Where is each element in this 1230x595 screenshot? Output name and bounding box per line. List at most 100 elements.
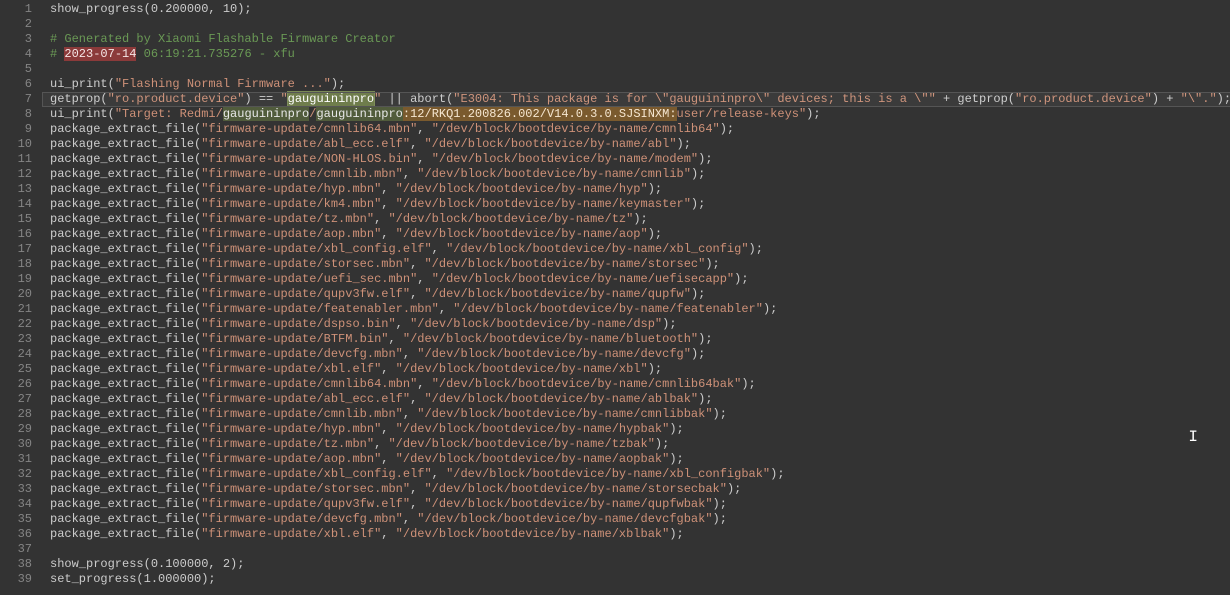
code-token: ); xyxy=(698,392,712,406)
code-token: "/dev/block/bootdevice/by-name/tzbak" xyxy=(388,437,654,451)
code-token: , xyxy=(374,437,388,451)
code-line[interactable] xyxy=(50,62,1230,77)
code-token: package_extract_file( xyxy=(50,347,201,361)
code-token: ); xyxy=(662,317,676,331)
code-token: , xyxy=(410,482,424,496)
code-line[interactable] xyxy=(50,542,1230,557)
code-line[interactable]: package_extract_file("firmware-update/xb… xyxy=(50,242,1230,257)
code-line[interactable]: # 2023-07-14 06:19:21.735276 - xfu xyxy=(50,47,1230,62)
code-line[interactable]: package_extract_file("firmware-update/hy… xyxy=(50,182,1230,197)
code-token: ); xyxy=(331,77,345,91)
code-line[interactable]: package_extract_file("firmware-update/hy… xyxy=(50,422,1230,437)
code-token: "firmware-update/xbl_config.elf" xyxy=(201,467,431,481)
code-line[interactable]: package_extract_file("firmware-update/cm… xyxy=(50,407,1230,422)
code-token: ); xyxy=(669,527,683,541)
code-token: ); xyxy=(770,467,784,481)
line-number: 2 xyxy=(0,17,32,32)
code-line[interactable]: package_extract_file("firmware-update/ds… xyxy=(50,317,1230,332)
code-line[interactable]: # Generated by Xiaomi Flashable Firmware… xyxy=(50,32,1230,47)
code-token: " xyxy=(280,92,287,106)
code-line[interactable]: package_extract_file("firmware-update/km… xyxy=(50,197,1230,212)
code-token: package_extract_file( xyxy=(50,362,201,376)
code-token: "/dev/block/bootdevice/by-name/uefisecap… xyxy=(432,272,734,286)
code-line[interactable]: package_extract_file("firmware-update/NO… xyxy=(50,152,1230,167)
line-number: 18 xyxy=(0,257,32,272)
code-line[interactable]: getprop("ro.product.device") == "gauguin… xyxy=(50,92,1230,107)
line-number: 27 xyxy=(0,392,32,407)
code-token: package_extract_file( xyxy=(50,242,201,256)
code-area[interactable]: show_progress(0.200000, 10); # Generated … xyxy=(42,0,1230,595)
code-line[interactable]: package_extract_file("firmware-update/ao… xyxy=(50,227,1230,242)
code-token: , xyxy=(410,392,424,406)
code-line[interactable]: package_extract_file("firmware-update/cm… xyxy=(50,377,1230,392)
code-token: package_extract_file( xyxy=(50,152,201,166)
line-number: 4 xyxy=(0,47,32,62)
code-token: :12/RKQ1.200826.002/V14.0.3.0.SJSINXM: xyxy=(403,107,677,121)
code-line[interactable]: package_extract_file("firmware-update/cm… xyxy=(50,122,1230,137)
code-line[interactable]: set_progress(1.000000); xyxy=(50,572,1230,587)
code-token: "firmware-update/abl_ecc.elf" xyxy=(201,137,410,151)
code-token: package_extract_file( xyxy=(50,512,201,526)
code-line[interactable]: package_extract_file("firmware-update/ue… xyxy=(50,272,1230,287)
code-line[interactable]: package_extract_file("firmware-update/xb… xyxy=(50,527,1230,542)
code-token: , xyxy=(403,512,417,526)
line-number: 35 xyxy=(0,512,32,527)
code-line[interactable]: package_extract_file("firmware-update/xb… xyxy=(50,467,1230,482)
code-line[interactable]: package_extract_file("firmware-update/xb… xyxy=(50,362,1230,377)
code-token: ); xyxy=(648,227,662,241)
code-token: package_extract_file( xyxy=(50,227,201,241)
code-line[interactable] xyxy=(50,17,1230,32)
code-line[interactable]: package_extract_file("firmware-update/ab… xyxy=(50,392,1230,407)
code-token: "firmware-update/qupv3fw.elf" xyxy=(201,287,410,301)
code-token: "Flashing Normal Firmware ..." xyxy=(115,77,331,91)
code-line[interactable]: package_extract_file("firmware-update/cm… xyxy=(50,167,1230,182)
code-token: ui_print( xyxy=(50,107,115,121)
code-token: package_extract_file( xyxy=(50,317,201,331)
line-number: 12 xyxy=(0,167,32,182)
code-line[interactable]: package_extract_file("firmware-update/de… xyxy=(50,512,1230,527)
line-number: 14 xyxy=(0,197,32,212)
code-token: user/release-keys" xyxy=(677,107,807,121)
line-number: 37 xyxy=(0,542,32,557)
code-token: ); xyxy=(691,287,705,301)
code-token: ); xyxy=(691,197,705,211)
code-token: ); xyxy=(720,122,734,136)
code-line[interactable]: show_progress(0.100000, 2); xyxy=(50,557,1230,572)
code-token: "/dev/block/bootdevice/by-name/storsecba… xyxy=(424,482,726,496)
code-line[interactable]: package_extract_file("firmware-update/qu… xyxy=(50,497,1230,512)
code-line[interactable]: package_extract_file("firmware-update/de… xyxy=(50,347,1230,362)
line-number: 7 xyxy=(0,92,32,107)
code-token: package_extract_file( xyxy=(50,497,201,511)
code-token: ); xyxy=(669,452,683,466)
code-line[interactable]: package_extract_file("firmware-update/BT… xyxy=(50,332,1230,347)
code-line[interactable]: package_extract_file("firmware-update/tz… xyxy=(50,437,1230,452)
code-token: package_extract_file( xyxy=(50,527,201,541)
code-token: ); xyxy=(713,407,727,421)
code-line[interactable]: package_extract_file("firmware-update/tz… xyxy=(50,212,1230,227)
code-token: "firmware-update/NON-HLOS.bin" xyxy=(201,152,417,166)
line-number: 1 xyxy=(0,2,32,17)
code-line[interactable]: show_progress(0.200000, 10); xyxy=(50,2,1230,17)
code-line[interactable]: package_extract_file("firmware-update/fe… xyxy=(50,302,1230,317)
code-token: "firmware-update/cmnlib.mbn" xyxy=(201,167,403,181)
code-line[interactable]: package_extract_file("firmware-update/ab… xyxy=(50,137,1230,152)
code-token: package_extract_file( xyxy=(50,392,201,406)
code-token: "/dev/block/bootdevice/by-name/cmnlib" xyxy=(417,167,691,181)
code-token: , xyxy=(410,287,424,301)
code-line[interactable]: package_extract_file("firmware-update/ao… xyxy=(50,452,1230,467)
code-token: "firmware-update/qupv3fw.elf" xyxy=(201,497,410,511)
line-number: 21 xyxy=(0,302,32,317)
code-line[interactable]: package_extract_file("firmware-update/qu… xyxy=(50,287,1230,302)
code-token: "/dev/block/bootdevice/by-name/abl" xyxy=(424,137,676,151)
code-token: package_extract_file( xyxy=(50,407,201,421)
code-editor[interactable]: 1234567891011121314151617181920212223242… xyxy=(0,0,1230,595)
code-token: , xyxy=(381,362,395,376)
code-token: , xyxy=(381,182,395,196)
code-line[interactable]: ui_print("Target: Redmi/gauguininpro/gau… xyxy=(50,107,1230,122)
code-token: "/dev/block/bootdevice/by-name/dsp" xyxy=(410,317,662,331)
code-line[interactable]: package_extract_file("firmware-update/st… xyxy=(50,482,1230,497)
code-line[interactable]: ui_print("Flashing Normal Firmware ...")… xyxy=(50,77,1230,92)
code-token: ); xyxy=(698,332,712,346)
code-token: "firmware-update/dspso.bin" xyxy=(201,317,395,331)
code-line[interactable]: package_extract_file("firmware-update/st… xyxy=(50,257,1230,272)
